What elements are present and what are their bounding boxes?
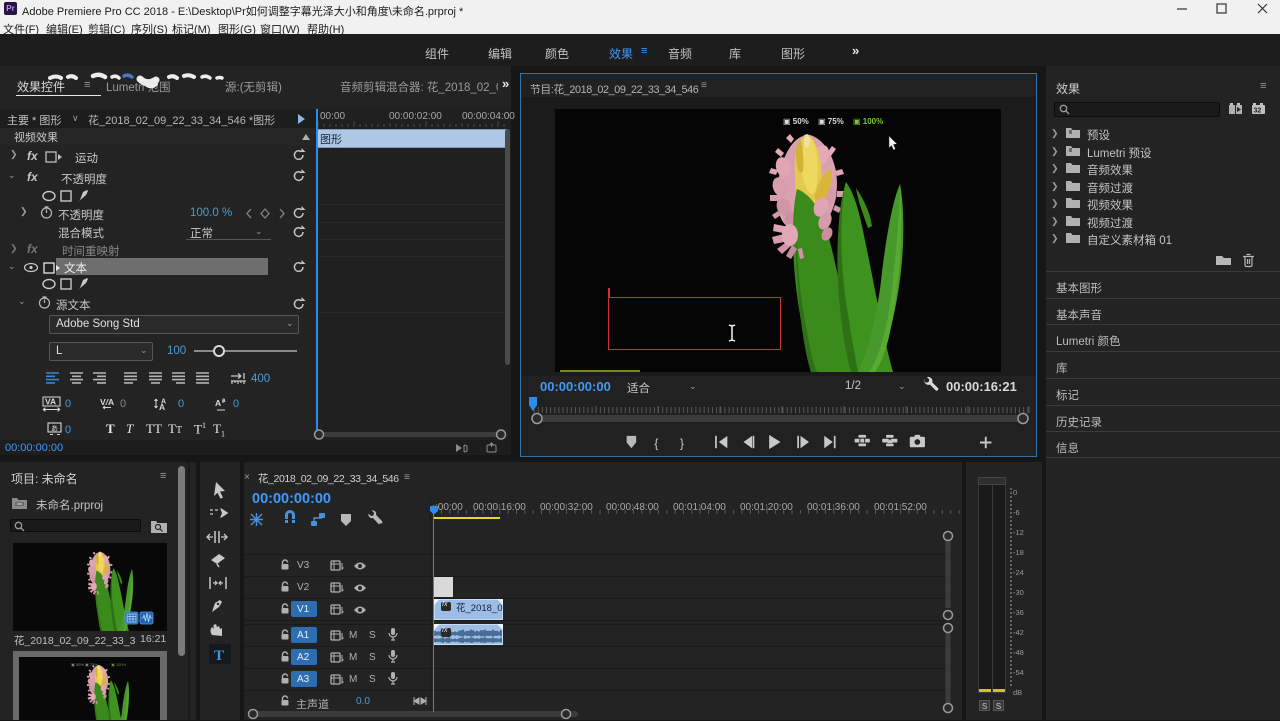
svg-text:VA: VA	[45, 397, 56, 407]
svg-text:a: a	[222, 398, 226, 404]
svg-text:V/A: V/A	[100, 397, 114, 407]
svg-text:}: }	[680, 436, 684, 450]
svg-text:32: 32	[1254, 108, 1262, 115]
svg-text:{: {	[654, 436, 658, 450]
svg-text:▣ 100%: ▣ 100%	[111, 662, 127, 667]
svg-text:A: A	[159, 402, 165, 412]
svg-text:A: A	[215, 398, 221, 408]
svg-text:▣ 50% ▣ 75%: ▣ 50% ▣ 75%	[71, 662, 98, 667]
svg-text:T: T	[214, 648, 224, 664]
svg-text:あ: あ	[51, 425, 58, 433]
